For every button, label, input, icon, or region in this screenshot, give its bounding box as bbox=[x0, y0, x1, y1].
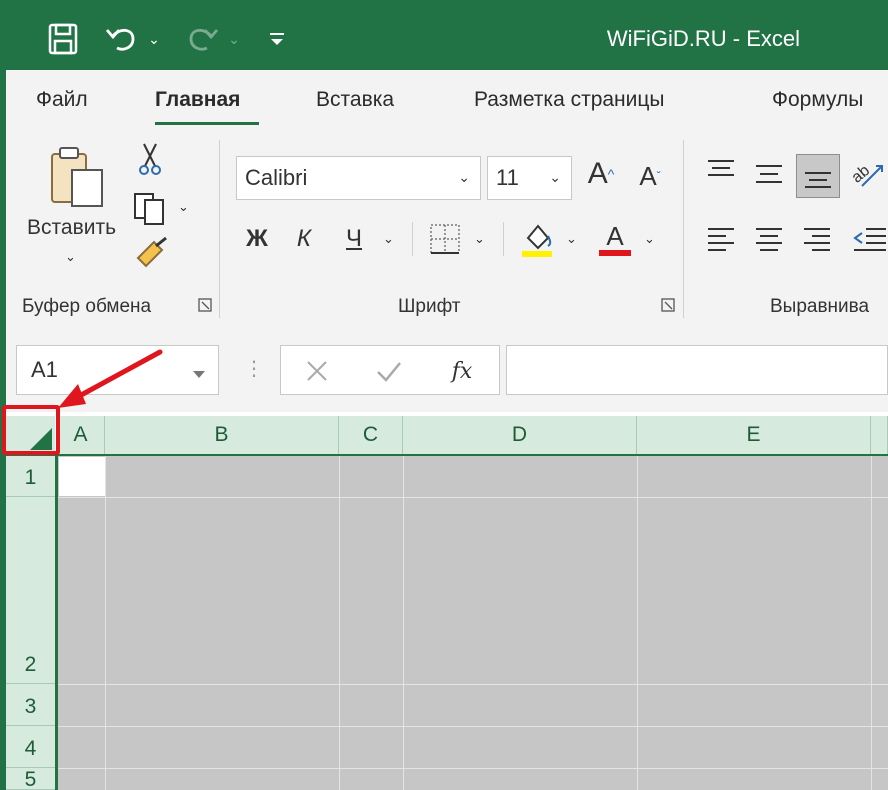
font-name-value: Calibri bbox=[245, 165, 308, 190]
paste-dropdown-icon[interactable]: ⌄ bbox=[65, 249, 76, 265]
italic-button[interactable]: К bbox=[290, 222, 318, 256]
undo-icon[interactable] bbox=[104, 22, 140, 56]
underline-dropdown-icon[interactable]: ⌄ bbox=[383, 231, 394, 247]
tab-formulas[interactable]: Формулы bbox=[772, 88, 863, 112]
row-header-3[interactable]: 3 bbox=[6, 684, 55, 726]
align-bottom-icon[interactable] bbox=[796, 154, 840, 198]
font-launcher-icon[interactable] bbox=[661, 298, 675, 312]
font-name-combo[interactable]: Calibri ⌄ bbox=[236, 156, 481, 200]
align-top-icon[interactable] bbox=[706, 158, 736, 184]
tab-home[interactable]: Главная bbox=[155, 88, 240, 112]
window-title: WiFiGiD.RU - Excel bbox=[606, 26, 800, 51]
font-size-combo[interactable]: 11 ⌄ bbox=[487, 156, 572, 200]
copy-icon[interactable] bbox=[132, 192, 170, 226]
formula-bar-grip-icon[interactable]: ⋮ bbox=[244, 356, 264, 381]
gridline bbox=[58, 497, 888, 498]
format-painter-icon[interactable] bbox=[134, 236, 168, 270]
gridline bbox=[58, 768, 888, 769]
shrink-font-icon[interactable]: Aˇ bbox=[634, 158, 666, 194]
align-center-icon[interactable] bbox=[754, 226, 784, 252]
decrease-indent-icon[interactable] bbox=[852, 226, 886, 252]
alignment-group-label: Выравнива bbox=[770, 296, 870, 317]
clipboard-launcher-icon[interactable] bbox=[198, 298, 212, 312]
borders-icon[interactable] bbox=[428, 222, 462, 256]
row-header-1[interactable]: 1 bbox=[6, 456, 55, 497]
toolbar-divider bbox=[503, 222, 504, 256]
font-group-label: Шрифт bbox=[398, 296, 461, 317]
tab-page-layout[interactable]: Разметка страницы bbox=[474, 88, 665, 112]
row-header-2[interactable]: 2 bbox=[6, 497, 55, 684]
annotation-arrow-icon bbox=[58, 349, 163, 408]
copy-dropdown-icon[interactable]: ⌄ bbox=[178, 199, 189, 215]
column-header-d[interactable]: D bbox=[403, 416, 637, 454]
row-header-4[interactable]: 4 bbox=[6, 726, 55, 768]
fill-color-dropdown-icon[interactable]: ⌄ bbox=[566, 231, 577, 247]
column-header-partial[interactable] bbox=[871, 416, 888, 454]
save-icon[interactable] bbox=[46, 22, 80, 56]
toolbar-divider bbox=[412, 222, 413, 256]
tab-insert[interactable]: Вставка bbox=[316, 88, 394, 112]
align-left-icon[interactable] bbox=[706, 226, 736, 252]
align-right-icon[interactable] bbox=[802, 226, 832, 252]
active-cell-a1[interactable] bbox=[59, 457, 105, 496]
redo-dropdown-icon: ⌄ bbox=[228, 30, 240, 47]
gridline bbox=[403, 456, 404, 790]
gridline bbox=[871, 456, 872, 790]
font-color-dropdown-icon[interactable]: ⌄ bbox=[644, 231, 655, 247]
paste-button-label[interactable]: Вставить bbox=[27, 216, 116, 240]
paste-icon[interactable] bbox=[48, 146, 108, 210]
redo-icon bbox=[184, 22, 220, 56]
column-header-b[interactable]: B bbox=[105, 416, 339, 454]
cut-icon[interactable] bbox=[138, 142, 162, 176]
active-tab-indicator bbox=[155, 122, 259, 125]
tab-file[interactable]: Файл bbox=[36, 88, 88, 112]
bold-button[interactable]: Ж bbox=[242, 222, 272, 256]
borders-dropdown-icon[interactable]: ⌄ bbox=[474, 231, 485, 247]
gridline bbox=[105, 456, 106, 790]
selected-cells[interactable] bbox=[58, 456, 888, 790]
font-size-value: 11 bbox=[496, 165, 519, 190]
column-header-a[interactable]: A bbox=[57, 416, 105, 454]
customize-toolbar-icon[interactable] bbox=[266, 22, 288, 56]
clipboard-group-label: Буфер обмена bbox=[22, 296, 152, 317]
group-separator bbox=[683, 140, 684, 318]
column-header-e[interactable]: E bbox=[637, 416, 871, 454]
align-middle-icon[interactable] bbox=[754, 160, 784, 188]
font-color-icon[interactable]: A bbox=[598, 220, 632, 258]
underline-button[interactable]: Ч bbox=[340, 222, 368, 256]
column-header-c[interactable]: C bbox=[339, 416, 403, 454]
insert-function-icon[interactable]: fx bbox=[445, 356, 479, 386]
formula-input[interactable] bbox=[506, 345, 888, 395]
gridline bbox=[339, 456, 340, 790]
formula-buttons: fx bbox=[280, 345, 500, 395]
group-separator bbox=[219, 140, 220, 318]
confirm-entry-icon[interactable] bbox=[375, 358, 403, 384]
grow-font-icon[interactable]: A ^ bbox=[584, 156, 618, 192]
row-header-5[interactable]: 5 bbox=[6, 768, 55, 790]
title-bar: ⌄ ⌄ WiFiGiD.RU - Excel bbox=[0, 0, 888, 70]
gridline bbox=[58, 684, 888, 685]
fill-color-icon[interactable] bbox=[520, 220, 554, 258]
text-orientation-icon[interactable]: ab bbox=[850, 156, 886, 190]
gridline bbox=[637, 456, 638, 790]
chevron-down-icon[interactable]: ⌄ bbox=[549, 169, 561, 186]
undo-dropdown-icon[interactable]: ⌄ bbox=[146, 22, 162, 56]
name-box-dropdown-icon[interactable] bbox=[192, 360, 206, 386]
gridline bbox=[58, 726, 888, 727]
chevron-down-icon[interactable]: ⌄ bbox=[458, 169, 470, 186]
cancel-entry-icon[interactable] bbox=[303, 358, 331, 384]
svg-text:ab: ab bbox=[850, 162, 873, 187]
